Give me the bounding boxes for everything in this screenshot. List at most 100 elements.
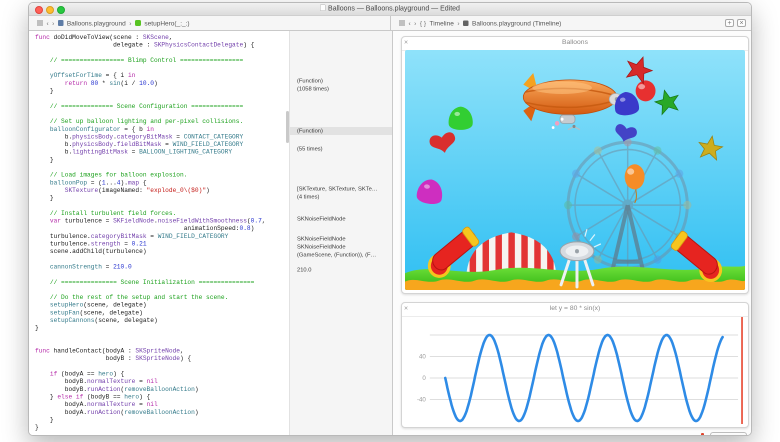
code-line: balloonPop = (1...4).map { bbox=[35, 179, 289, 187]
code-line bbox=[35, 363, 289, 371]
code-line: yOffsetForTime = { i in bbox=[35, 72, 289, 80]
code-line: // Load images for balloon explosion. bbox=[35, 172, 289, 180]
breadcrumb-counterpart[interactable]: Timeline bbox=[429, 19, 453, 27]
code-line bbox=[35, 164, 289, 172]
code-line: balloonConfigurator = { b in bbox=[35, 126, 289, 134]
scrubber-thumb[interactable] bbox=[701, 433, 704, 436]
code-editor[interactable]: func doDidMoveToView(scene : SKScene, de… bbox=[29, 31, 289, 436]
result-item[interactable]: SKNoiseFieldNode bbox=[290, 235, 392, 243]
code-line bbox=[35, 202, 289, 210]
graph-card: × let y = 80 * sin(x) 400-40 bbox=[401, 302, 749, 428]
result-item[interactable]: [SKTexture, SKTexture, SKTe… bbox=[290, 185, 392, 193]
code-text[interactable]: func doDidMoveToView(scene : SKScene, de… bbox=[35, 34, 289, 432]
stepper-value[interactable]: 30 bbox=[721, 434, 728, 436]
y-axis-label: -40 bbox=[417, 397, 426, 404]
code-line: bodyA.normalTexture = nil bbox=[35, 401, 289, 409]
code-line: setupHero(scene, delegate) bbox=[35, 302, 289, 310]
code-line: if (bodyA == hero) { bbox=[35, 371, 289, 379]
code-line: SKTexture(imageNamed: "explode_0\($0)") bbox=[35, 187, 289, 195]
playground-timeline-file-icon bbox=[463, 20, 469, 26]
code-line: turbulence.strength = 0.21 bbox=[35, 241, 289, 249]
document-proxy-icon[interactable] bbox=[320, 5, 326, 12]
code-line: } bbox=[35, 88, 289, 96]
code-line bbox=[35, 256, 289, 264]
titlebar[interactable]: Balloons — Balloons.playground — Edited bbox=[29, 3, 751, 16]
code-line: } bbox=[35, 195, 289, 203]
breadcrumb-timeline-file[interactable]: Balloons.playground (Timeline) bbox=[472, 19, 561, 27]
code-line: bodyB : SKSpriteNode) { bbox=[35, 355, 289, 363]
breadcrumb-file[interactable]: Balloons.playground bbox=[67, 19, 126, 27]
result-item[interactable]: 210.0 bbox=[290, 266, 392, 274]
game-scene-view[interactable] bbox=[405, 50, 745, 290]
code-line: bodyB.runAction(removeBalloonAction) bbox=[35, 386, 289, 394]
game-scene-graphic bbox=[405, 50, 745, 290]
code-line: b.lightingBitMask = BALLOON_LIGHTING_CAT… bbox=[35, 149, 289, 157]
result-item[interactable]: (Function) bbox=[290, 127, 392, 135]
code-line: bodyB.normalTexture = nil bbox=[35, 378, 289, 386]
code-line: cannonStrength = 210.0 bbox=[35, 263, 289, 271]
stepper-increment-button[interactable]: + bbox=[740, 435, 743, 437]
window-title: Balloons — Balloons.playground — Edited bbox=[328, 4, 460, 12]
code-line: var turbulence = SKFieldNode.noiseFieldW… bbox=[35, 218, 289, 226]
code-line bbox=[35, 65, 289, 73]
results-gutter: (Function)(1058 times)(Function)(55 time… bbox=[289, 31, 392, 436]
code-line: } bbox=[35, 156, 289, 164]
code-line: } bbox=[35, 325, 289, 333]
y-axis-label: 0 bbox=[422, 375, 426, 382]
code-line: b.physicsBody.fieldBitMask = WIND_FIELD_… bbox=[35, 141, 289, 149]
forward-icon[interactable]: › bbox=[414, 20, 416, 27]
xcode-playground-window: Balloons — Balloons.playground — Edited … bbox=[28, 2, 752, 436]
editor-jump-bar: ‹ › Balloons.playground › setupHero(_:_:… bbox=[29, 16, 391, 30]
stepper-unit: sec bbox=[728, 435, 735, 436]
code-line: delegate : SKPhysicsContactDelegate) { bbox=[35, 42, 289, 50]
code-line bbox=[35, 340, 289, 348]
result-item[interactable]: SKNoiseFieldNode bbox=[290, 243, 392, 251]
code-line: b.physicsBody.categoryBitMask = CONTACT_… bbox=[35, 133, 289, 141]
assistant-panel-buttons: + × bbox=[725, 19, 746, 27]
breadcrumb-separator-icon: › bbox=[457, 20, 459, 27]
related-items-icon[interactable] bbox=[399, 21, 405, 26]
results-layer: (Function)(1058 times)(Function)(55 time… bbox=[290, 31, 392, 436]
back-icon[interactable]: ‹ bbox=[47, 20, 49, 27]
back-icon[interactable]: ‹ bbox=[409, 20, 411, 27]
code-line: bodyA.runAction(removeBalloonAction) bbox=[35, 409, 289, 417]
live-view-card: × Balloons bbox=[401, 36, 749, 294]
balloon-red-round bbox=[636, 80, 656, 101]
duration-stepper: − 30 sec + bbox=[710, 432, 747, 436]
result-item[interactable]: (4 times) bbox=[290, 193, 392, 201]
playground-file-icon bbox=[58, 20, 64, 26]
code-line bbox=[35, 95, 289, 103]
code-line: // Set up balloon lighting and per-pixel… bbox=[35, 118, 289, 126]
breadcrumb-symbol[interactable]: setupHero(_:_:) bbox=[144, 19, 189, 27]
result-item[interactable]: (55 times) bbox=[290, 145, 392, 153]
graph-title: let y = 80 * sin(x) bbox=[402, 304, 748, 312]
scrubber: − 30 sec + bbox=[393, 431, 751, 436]
code-line: turbulence.categoryBitMask = WIND_FIELD_… bbox=[35, 233, 289, 241]
code-line: // ================= Blimp Control =====… bbox=[35, 57, 289, 65]
code-line: } bbox=[35, 416, 289, 424]
code-line: return 80 * sin(i / 10.0) bbox=[35, 80, 289, 88]
result-item[interactable]: (1058 times) bbox=[290, 85, 392, 93]
main-content: func doDidMoveToView(scene : SKScene, de… bbox=[29, 31, 751, 436]
related-items-icon[interactable] bbox=[37, 21, 43, 26]
forward-icon[interactable]: › bbox=[52, 20, 54, 27]
breadcrumb-separator-icon: › bbox=[129, 20, 131, 27]
code-line bbox=[35, 49, 289, 57]
result-item[interactable]: (Function) bbox=[290, 77, 392, 85]
code-line: // Do the rest of the setup and start th… bbox=[35, 294, 289, 302]
code-line: // Install turbulent field forces. bbox=[35, 210, 289, 218]
code-line: func handleContact(bodyA : SKSpriteNode, bbox=[35, 348, 289, 356]
close-assistant-editor-button[interactable]: × bbox=[737, 19, 746, 27]
result-item[interactable]: (GameScene, (Function)), (F… bbox=[290, 251, 392, 259]
experiment-icon bbox=[135, 20, 141, 26]
code-line: } else if (bodyB == hero) { bbox=[35, 393, 289, 401]
code-line: scene.addChild(turbulence) bbox=[35, 248, 289, 256]
add-assistant-editor-button[interactable]: + bbox=[725, 19, 734, 27]
code-line bbox=[35, 271, 289, 279]
stepper-decrement-button[interactable]: − bbox=[714, 435, 717, 437]
sine-chart: 400-40 bbox=[404, 316, 746, 425]
timeline-pane: × Balloons bbox=[392, 31, 751, 436]
assistant-jump-bar: ‹ › { } Timeline › Balloons.playground (… bbox=[391, 16, 751, 30]
result-item[interactable]: SKNoiseFieldNode bbox=[290, 215, 392, 223]
code-line: // ============== Scene Configuration ==… bbox=[35, 103, 289, 111]
